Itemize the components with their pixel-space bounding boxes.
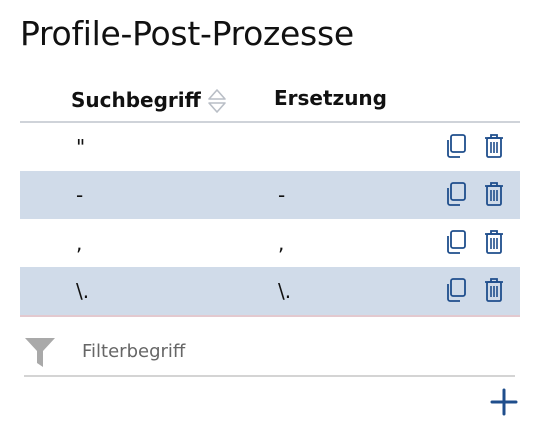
cell-replacement: , [278, 231, 285, 255]
cell-search: - [76, 183, 84, 207]
page-title: Profile-Post-Prozesse [20, 14, 354, 53]
table-row[interactable]: - - [20, 171, 520, 219]
copy-icon[interactable] [444, 229, 468, 255]
copy-icon[interactable] [444, 181, 468, 207]
column-header-replacement[interactable]: Ersetzung [274, 86, 387, 110]
trash-icon[interactable] [482, 229, 506, 255]
table-row[interactable]: , , [20, 219, 520, 267]
cell-search: , [76, 231, 83, 255]
table-body: " - - , , \. \. [20, 123, 520, 315]
copy-icon[interactable] [444, 133, 468, 159]
row-actions [444, 181, 506, 207]
sort-icon[interactable] [207, 88, 227, 114]
copy-icon[interactable] [444, 277, 468, 303]
cell-replacement: \. [278, 279, 292, 303]
filter-icon [24, 336, 56, 368]
filter-input[interactable] [82, 336, 502, 366]
table-row[interactable]: " [20, 123, 520, 171]
trash-icon[interactable] [482, 133, 506, 159]
column-header-search-label: Suchbegriff [71, 88, 201, 112]
row-actions [444, 133, 506, 159]
cell-search: " [76, 135, 86, 159]
trash-icon[interactable] [482, 181, 506, 207]
trash-icon[interactable] [482, 277, 506, 303]
table-row[interactable]: \. \. [20, 267, 520, 315]
table-bottom-divider [20, 315, 520, 317]
filter-bar [24, 332, 514, 376]
table-header: Suchbegriff Ersetzung [20, 82, 520, 120]
cell-replacement: - [278, 183, 286, 207]
filter-underline [24, 375, 515, 377]
column-header-search[interactable]: Suchbegriff [71, 86, 227, 114]
row-actions [444, 277, 506, 303]
cell-search: \. [76, 279, 90, 303]
row-actions [444, 229, 506, 255]
plus-icon[interactable] [490, 388, 518, 416]
